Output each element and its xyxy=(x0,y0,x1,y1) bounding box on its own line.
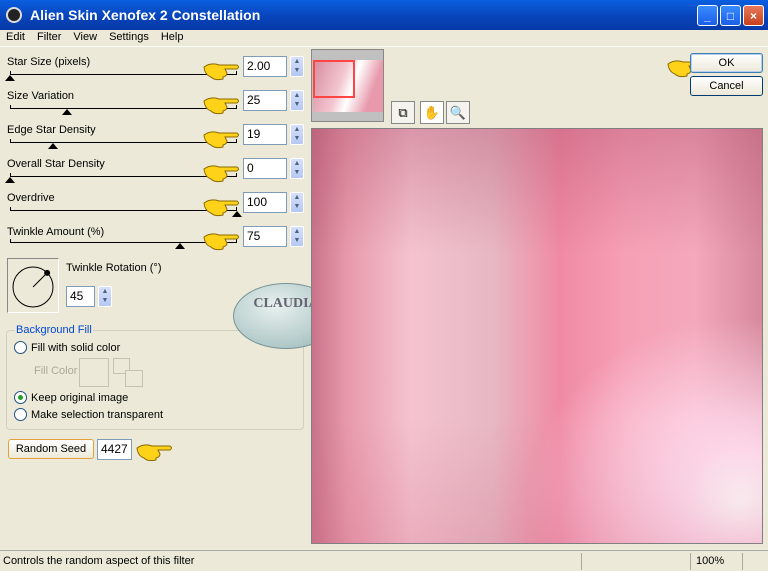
close-button[interactable]: × xyxy=(743,5,764,26)
menu-filter[interactable]: Filter xyxy=(31,30,67,46)
param-spinner[interactable]: ▲ ▼ xyxy=(290,192,304,213)
radio-make-transparent[interactable]: Make selection transparent xyxy=(14,408,163,421)
param-label: Edge Star Density xyxy=(7,124,96,136)
random-seed-button[interactable]: Random Seed xyxy=(8,439,94,459)
radio-button[interactable] xyxy=(14,408,27,421)
param-value-input[interactable]: 100 xyxy=(243,192,287,213)
twinkle-rotation-dial[interactable] xyxy=(7,258,59,313)
param-overdrive: Overdrive 100 ▲ ▼ xyxy=(0,192,310,226)
param-spinner[interactable]: ▲ ▼ xyxy=(290,226,304,247)
fill-color-label: Fill Color xyxy=(34,365,78,377)
slider-thumb[interactable] xyxy=(48,143,59,149)
param-label: Overdrive xyxy=(7,192,55,204)
radio-keep-original[interactable]: Keep original image xyxy=(14,391,128,404)
menu-edit[interactable]: Edit xyxy=(0,30,31,46)
slider-thumb[interactable] xyxy=(5,177,15,183)
param-label: Overall Star Density xyxy=(7,158,105,170)
param-spinner[interactable]: ▲ ▼ xyxy=(290,56,304,77)
param-value-input[interactable]: 19 xyxy=(243,124,287,145)
param-star-size-pixels: Star Size (pixels) 2.00 ▲ ▼ xyxy=(0,56,310,90)
zoom-level: 100% xyxy=(696,555,725,567)
pointing-hand-icon xyxy=(136,444,172,462)
param-value-input[interactable]: 25 xyxy=(243,90,287,111)
radio-label: Make selection transparent xyxy=(31,408,164,421)
title-bar: Alien Skin Xenofex 2 Constellation _ □ × xyxy=(0,0,768,30)
background-fill-legend: Background Fill xyxy=(15,324,93,336)
status-divider xyxy=(690,553,691,570)
param-size-variation: Size Variation 25 ▲ ▼ xyxy=(0,90,310,124)
radio-button-selected[interactable] xyxy=(14,391,27,404)
cancel-button[interactable]: Cancel xyxy=(690,76,763,96)
twinkle-rotation-label: Twinkle Rotation (°) xyxy=(66,262,162,274)
menu-settings[interactable]: Settings xyxy=(103,30,155,46)
param-spinner[interactable]: ▲ ▼ xyxy=(290,90,304,111)
dial-graphic xyxy=(12,266,54,308)
random-seed-input[interactable]: 4427 xyxy=(97,439,132,460)
param-spinner[interactable]: ▲ ▼ xyxy=(290,158,304,179)
slider-thumb[interactable] xyxy=(5,75,15,81)
minimize-button[interactable]: _ xyxy=(697,5,718,26)
pointing-hand-icon xyxy=(203,131,239,149)
fill-color-swatch[interactable] xyxy=(79,358,109,387)
hand-tool-icon[interactable]: ✋ xyxy=(420,101,444,124)
param-value-input[interactable]: 0 xyxy=(243,158,287,179)
radio-fill-solid[interactable]: Fill with solid color xyxy=(14,341,120,354)
status-text: Controls the random aspect of this filte… xyxy=(3,555,195,567)
param-value-input[interactable]: 2.00 xyxy=(243,56,287,77)
preview-compare-icon[interactable]: ⧉ xyxy=(391,101,415,124)
navigator-thumbnail[interactable] xyxy=(311,49,384,122)
preview-canvas[interactable] xyxy=(311,128,763,544)
radio-button[interactable] xyxy=(14,341,27,354)
pointing-hand-icon xyxy=(203,63,239,81)
zoom-tool-icon[interactable]: 🔍 xyxy=(446,101,470,124)
pointing-hand-icon xyxy=(203,97,239,115)
radio-label: Fill with solid color xyxy=(31,341,121,354)
param-label: Twinkle Amount (%) xyxy=(7,226,105,238)
window-title: Alien Skin Xenofex 2 Constellation xyxy=(30,7,261,23)
status-divider xyxy=(742,553,743,570)
maximize-button[interactable]: □ xyxy=(720,5,741,26)
ok-button[interactable]: OK xyxy=(690,53,763,73)
param-label: Star Size (pixels) xyxy=(7,56,91,68)
app-icon xyxy=(6,7,22,23)
status-bar: Controls the random aspect of this filte… xyxy=(0,550,768,571)
menu-view[interactable]: View xyxy=(67,30,103,46)
color-swap-icon-back xyxy=(125,370,143,387)
radio-label: Keep original image xyxy=(31,391,129,404)
menu-bar: Edit Filter View Settings Help xyxy=(0,30,768,47)
view-rectangle[interactable] xyxy=(313,60,355,98)
twinkle-rotation-input[interactable]: 45 xyxy=(66,286,95,307)
param-spinner[interactable]: ▲ ▼ xyxy=(290,124,304,145)
slider-thumb[interactable] xyxy=(61,109,72,115)
slider-thumb[interactable] xyxy=(175,243,186,249)
pointing-hand-icon xyxy=(203,199,239,217)
param-overall-star-density: Overall Star Density 0 ▲ ▼ xyxy=(0,158,310,192)
pointing-hand-icon xyxy=(203,233,239,251)
param-edge-star-density: Edge Star Density 19 ▲ ▼ xyxy=(0,124,310,158)
pointing-hand-icon xyxy=(203,165,239,183)
status-divider xyxy=(581,553,582,570)
param-value-input[interactable]: 75 xyxy=(243,226,287,247)
menu-help[interactable]: Help xyxy=(155,30,190,46)
param-twinkle-amount: Twinkle Amount (%) 75 ▲ ▼ xyxy=(0,226,310,260)
param-label: Size Variation xyxy=(7,90,75,102)
twinkle-rotation-spinner[interactable]: ▲ ▼ xyxy=(98,286,112,307)
